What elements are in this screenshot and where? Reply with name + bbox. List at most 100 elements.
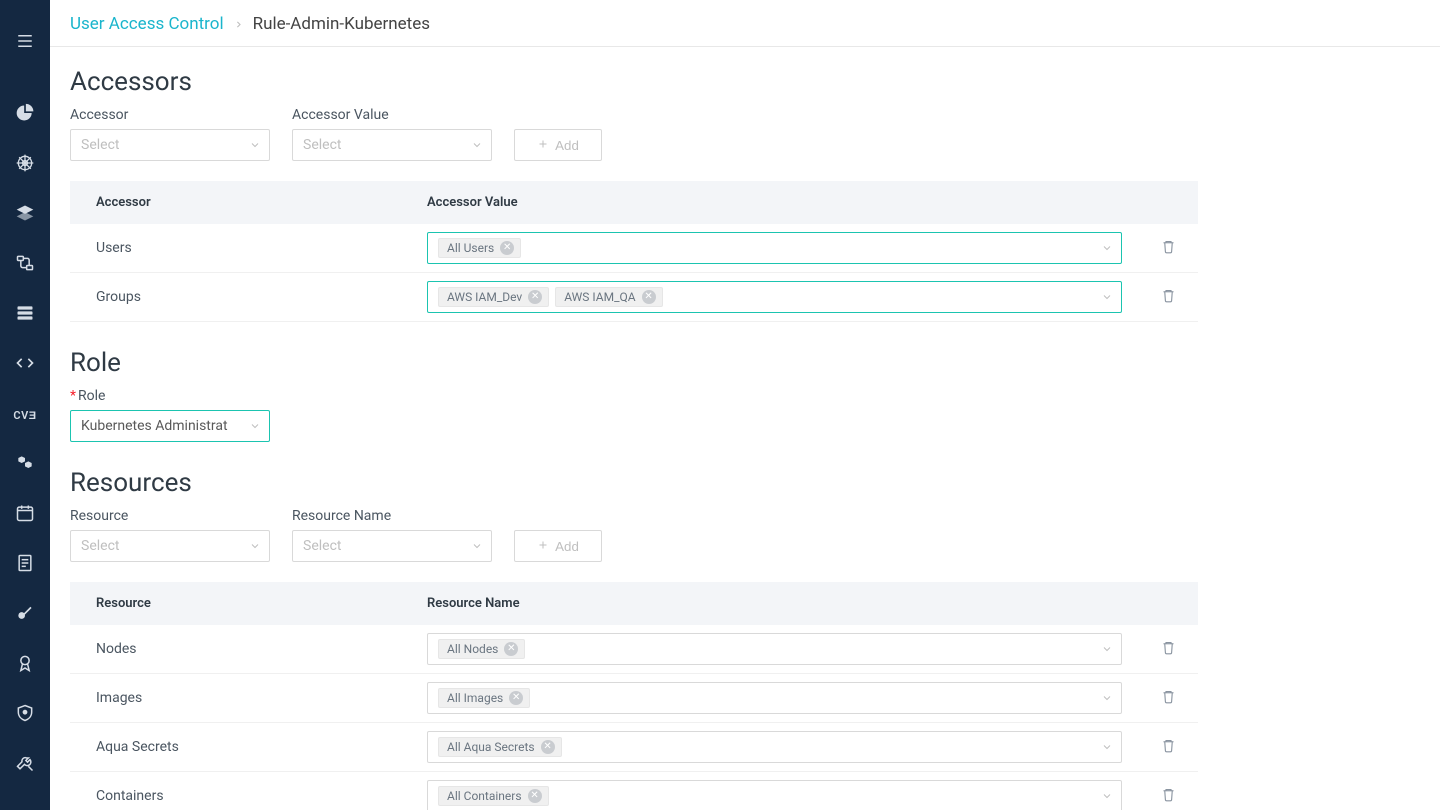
delete-row-button[interactable] [1161,787,1176,802]
sidebar-item-cve[interactable]: CVƎ [0,390,50,440]
remove-tag-button[interactable]: ✕ [509,691,523,705]
add-button-label: Add [555,539,579,554]
tag-label: All Nodes [447,642,498,656]
row-name: Images [70,674,415,723]
chevron-right-icon [234,14,243,34]
document-icon [15,553,35,577]
resources-table-header-resource: Resource [70,582,415,625]
tag-multiselect[interactable]: All Aqua Secrets✕ [427,731,1122,763]
server-icon [15,303,35,327]
accessors-filter-row: Accessor Select Accessor Value Select Ad… [70,107,1420,161]
remove-tag-button[interactable]: ✕ [541,740,555,754]
sidebar-item-code[interactable] [0,340,50,390]
accessor-value-select[interactable]: Select [292,129,492,161]
tag: All Nodes ✕ [438,639,525,659]
tag-multiselect[interactable]: AWS IAM_Dev ✕ AWS IAM_QA ✕ [427,281,1122,313]
accessor-value-label: Accessor Value [292,107,492,123]
table-row: Users All Users✕ [70,224,1198,273]
sidebar-item-layers[interactable] [0,190,50,240]
shield-icon [15,703,35,727]
hex-icon [15,453,35,477]
sidebar-item-secrets[interactable] [0,590,50,640]
resources-table: Resource Resource Name NodesAll Nodes✕Im… [70,582,1198,810]
resource-select[interactable]: Select [70,530,270,562]
select-placeholder: Select [303,137,465,153]
sidebar-item-kubernetes[interactable] [0,140,50,190]
remove-tag-button[interactable]: ✕ [528,789,542,803]
tag: All Containers ✕ [438,786,549,806]
tag: All Images ✕ [438,688,530,708]
delete-row-button[interactable] [1161,288,1176,303]
menu-toggle-button[interactable] [0,18,50,68]
chevron-down-icon [1101,790,1113,802]
add-accessor-button[interactable]: Add [514,129,602,161]
tag: All Aqua Secrets✕ [438,737,562,757]
row-name: Users [70,224,415,273]
resource-name-select[interactable]: Select [292,530,492,562]
resources-table-header-name: Resource Name [415,582,1138,625]
sidebar-item-security[interactable] [0,690,50,740]
key-icon [15,603,35,627]
plus-icon [537,539,549,554]
tag-label: All Images [447,691,503,705]
accessor-select[interactable]: Select [70,129,270,161]
role-select[interactable]: Kubernetes Administrat [70,410,270,442]
delete-row-button[interactable] [1161,640,1176,655]
tag-multiselect[interactable]: All Users✕ [427,232,1122,264]
resource-name-label: Resource Name [292,508,492,524]
chevron-down-icon [249,420,261,432]
chevron-down-icon [1101,242,1113,254]
tag: AWS IAM_QA ✕ [555,287,662,307]
accessors-table: Accessor Accessor Value UsersAll Users✕G… [70,181,1198,322]
sidebar-item-dashboard[interactable] [0,90,50,140]
delete-row-button[interactable] [1161,689,1176,704]
code-icon [15,353,35,377]
tag: All Users✕ [438,238,521,258]
row-name: Containers [70,772,415,810]
award-icon [15,653,35,677]
pie-chart-icon [15,103,35,127]
tag-multiselect[interactable]: All Nodes ✕ [427,633,1122,665]
breadcrumb-current: Rule-Admin-Kubernetes [253,14,430,34]
sidebar-item-integrations[interactable] [0,440,50,490]
role-label: *Role [70,388,1420,404]
sidebar-item-servers[interactable] [0,290,50,340]
remove-tag-button[interactable]: ✕ [528,290,542,304]
tag-multiselect[interactable]: All Images ✕ [427,682,1122,714]
delete-row-button[interactable] [1161,239,1176,254]
chevron-down-icon [1101,741,1113,753]
sidebar-item-reports[interactable] [0,540,50,590]
chevron-down-icon [471,139,483,151]
table-row: Containers All Containers ✕ [70,772,1198,810]
accessors-table-header-accessor: Accessor [70,181,415,224]
remove-tag-button[interactable]: ✕ [500,241,514,255]
accessor-label: Accessor [70,107,270,123]
sidebar: CVƎ [0,0,50,810]
breadcrumb-parent-link[interactable]: User Access Control [70,14,224,34]
calendar-icon [15,503,35,527]
chevron-down-icon [1101,291,1113,303]
helm-wheel-icon [15,153,35,177]
remove-tag-button[interactable]: ✕ [642,290,656,304]
sidebar-item-compliance[interactable] [0,640,50,690]
remove-tag-button[interactable]: ✕ [504,642,518,656]
layers-icon [15,203,35,227]
sidebar-item-network[interactable] [0,240,50,290]
tag-label: AWS IAM_Dev [447,290,522,304]
tag-label: All Containers [447,789,522,803]
tag-label: AWS IAM_QA [564,290,635,304]
table-row: Images All Images ✕ [70,674,1198,723]
row-name: Nodes [70,625,415,674]
tag-multiselect[interactable]: All Containers ✕ [427,780,1122,810]
accessors-heading: Accessors [70,67,1420,97]
select-placeholder: Select [81,137,243,153]
table-row: Aqua SecretsAll Aqua Secrets✕ [70,723,1198,772]
add-resource-button[interactable]: Add [514,530,602,562]
sidebar-item-settings[interactable] [0,740,50,790]
delete-row-button[interactable] [1161,738,1176,753]
hamburger-icon [14,32,36,54]
tag: AWS IAM_Dev ✕ [438,287,549,307]
sidebar-item-calendar[interactable] [0,490,50,540]
plus-icon [537,138,549,153]
add-button-label: Add [555,138,579,153]
